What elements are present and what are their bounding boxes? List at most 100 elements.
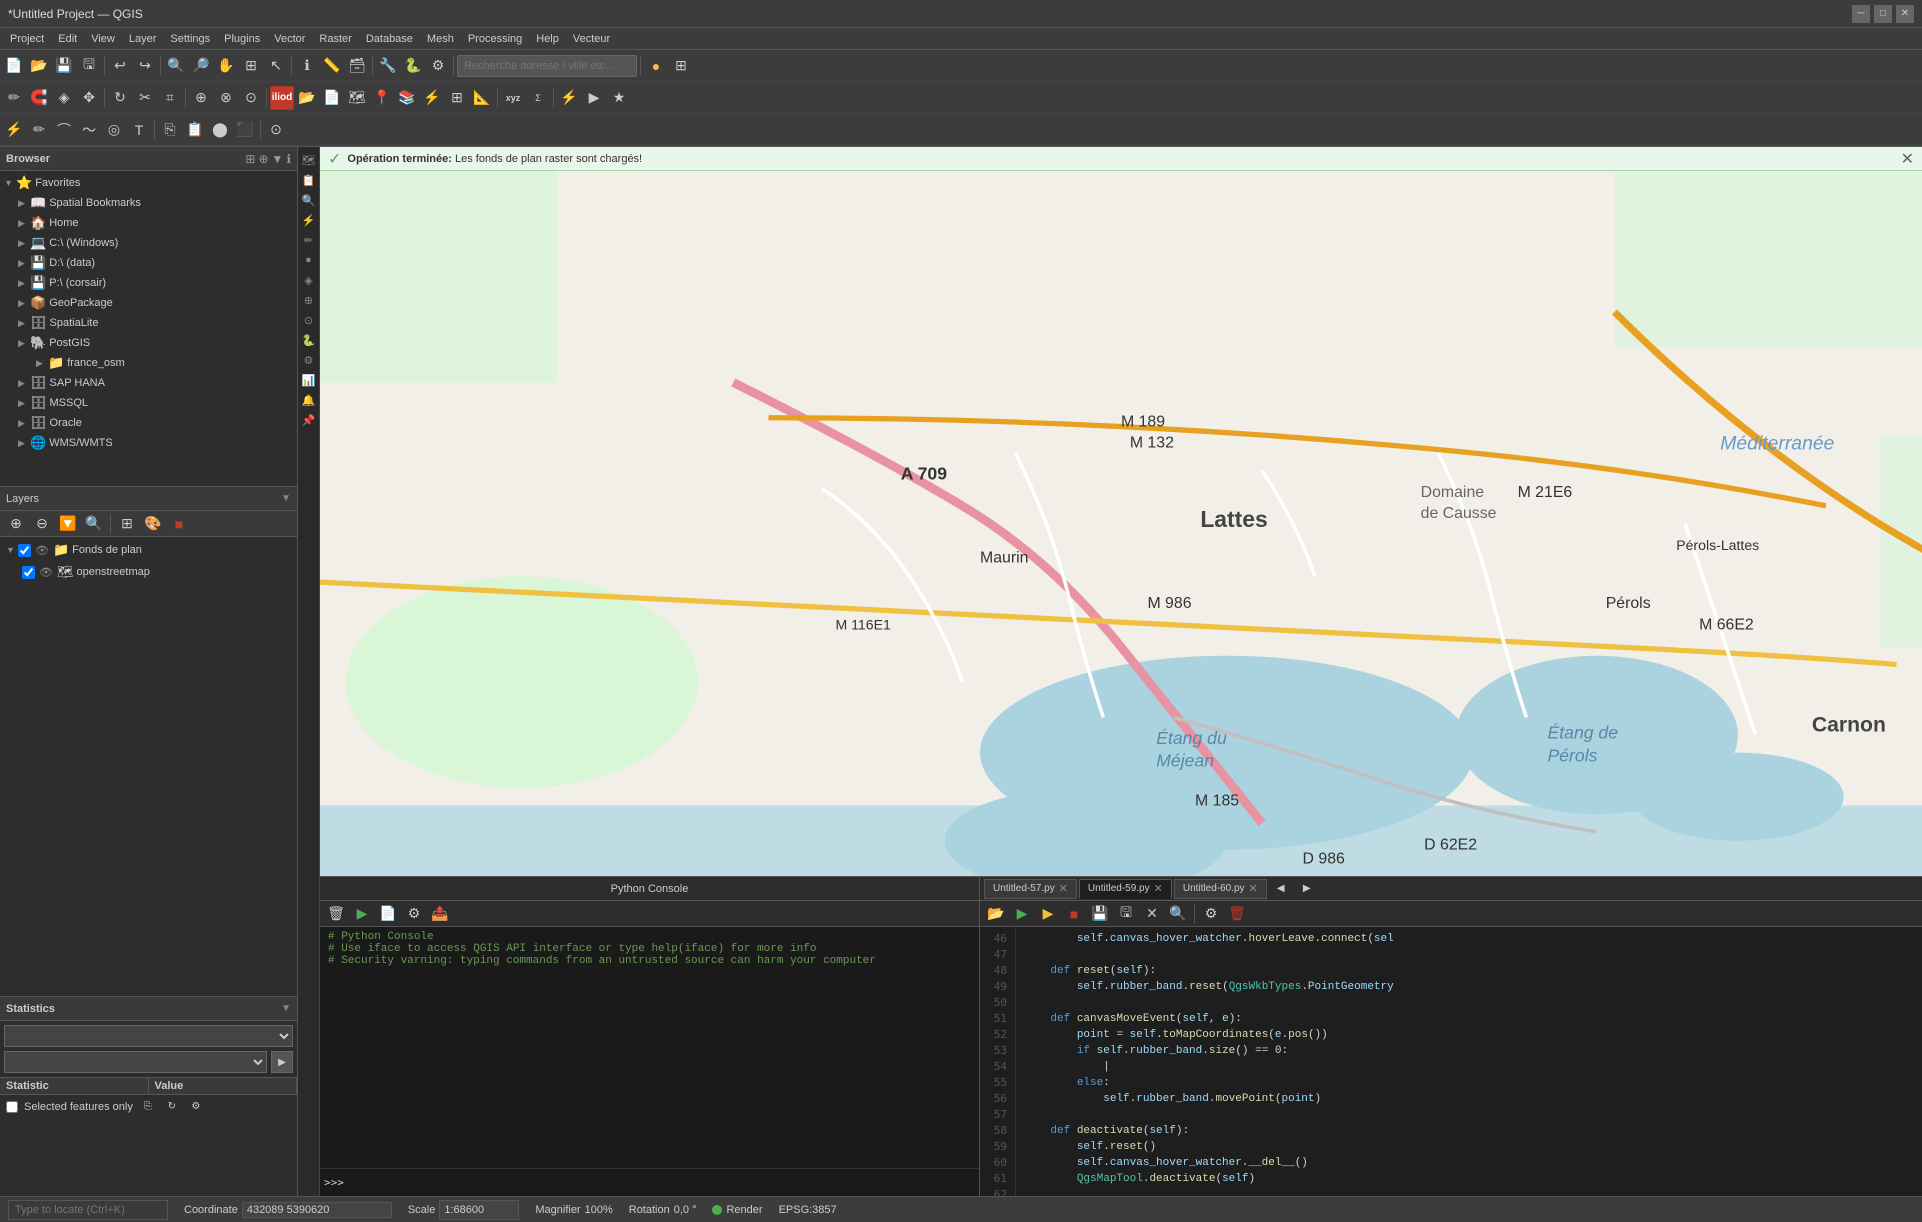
tree-mssql[interactable]: ▶ 🗄 MSSQL [0,393,297,413]
menu-database[interactable]: Database [360,31,419,47]
action-btn[interactable]: ⚡ [557,86,581,110]
text-btn[interactable]: T [127,118,151,142]
strip-icon-3[interactable]: 🔍 [300,191,318,209]
menu-project[interactable]: Project [4,31,50,47]
map-canvas-svg[interactable]: A 709 M 132 M 189 M 21E6 Pérols-Lattes D… [320,171,1922,876]
strip-icon-1[interactable]: 🗺 [300,151,318,169]
run-btn[interactable]: ▶ [582,86,606,110]
strip-icon-14[interactable]: 📌 [300,411,318,429]
open-btn2[interactable]: 📂 [295,86,319,110]
layer-group-eye[interactable]: 👁 [35,544,49,557]
digitize2-btn[interactable]: ✏ [27,118,51,142]
editor-run-btn[interactable]: ▶ [1010,902,1034,926]
select-button[interactable]: ↖ [264,54,288,78]
layers-remove-btn[interactable]: ⊖ [30,512,54,536]
tree-favorites[interactable]: ▼ ⭐ Favorites [0,173,297,193]
py-file-btn[interactable]: 📄 [376,902,400,926]
locate-input[interactable] [8,1200,168,1220]
menu-view[interactable]: View [85,31,121,47]
undo-button[interactable]: ↩ [108,54,132,78]
py-run-btn[interactable]: ▶ [350,902,374,926]
save-as-button[interactable]: 🖫 [77,54,101,78]
copy-feat-btn[interactable]: ⎘ [158,118,182,142]
layer-osm-checkbox[interactable] [22,566,35,579]
editor-run-selected-btn[interactable]: ▶ [1036,902,1060,926]
editor-tab-57[interactable]: Untitled-57.py ✕ [984,879,1077,899]
stats-expand-icon[interactable]: ▼ [281,1003,291,1014]
py-clear-btn[interactable]: 🗑 [324,902,348,926]
tab-nav-left[interactable]: ◀ [1269,877,1293,901]
merge-btn[interactable]: ⊙ [239,86,263,110]
editor-settings-btn[interactable]: ⚙ [1199,902,1223,926]
layers-btn[interactable]: 📚 [395,86,419,110]
strip-icon-8[interactable]: ⊕ [300,291,318,309]
snap-enable-btn[interactable]: ⚡ [2,118,26,142]
layers-expand-icon[interactable]: ▼ [281,493,291,504]
tree-home[interactable]: ▶ 🏠 Home [0,213,297,233]
tree-sap-hana[interactable]: ▶ 🗄 SAP HANA [0,373,297,393]
strip-icon-13[interactable]: 🔔 [300,391,318,409]
extra-btn2[interactable]: ★ [607,86,631,110]
editor-stop-btn[interactable]: ■ [1062,902,1086,926]
menu-raster[interactable]: Raster [313,31,357,47]
tree-france-osm[interactable]: ▶ 📁 france_osm [0,353,297,373]
tree-windows[interactable]: ▶ 💻 C:\ (Windows) [0,233,297,253]
py-close-btn[interactable]: 📤 [428,902,452,926]
coord-btn[interactable]: 📐 [470,86,494,110]
editor-tab-60[interactable]: Untitled-60.py ✕ [1174,879,1267,899]
open-project-button[interactable]: 📂 [27,54,51,78]
redo-button[interactable]: ↪ [133,54,157,78]
menu-layer[interactable]: Layer [123,31,163,47]
stats-copy-btn[interactable]: ⎘ [139,1098,157,1116]
tree-wms[interactable]: ▶ 🌐 WMS/WMTS [0,433,297,453]
editor-del-btn[interactable]: 🗑 [1225,902,1249,926]
python-button[interactable]: 🐍 [401,54,425,78]
zoom-out-button[interactable]: 🔎 [189,54,213,78]
menu-plugins[interactable]: Plugins [218,31,266,47]
strip-icon-9[interactable]: ⊙ [300,311,318,329]
tab-59-close[interactable]: ✕ [1154,882,1163,895]
strip-icon-4[interactable]: ⚡ [300,211,318,229]
browser-icon3[interactable]: ▼ [272,152,284,166]
map-btn[interactable]: 🗺 [345,86,369,110]
editor-find-btn[interactable]: 🔍 [1166,902,1190,926]
menu-vector[interactable]: Vector [268,31,311,47]
editor-close-btn[interactable]: ✕ [1140,902,1164,926]
extra-btn1[interactable]: ⊞ [669,54,693,78]
location-search[interactable] [457,55,637,77]
adv-btn[interactable]: ⊙ [264,118,288,142]
tree-geopackage[interactable]: ▶ 📦 GeoPackage [0,293,297,313]
rotate-btn[interactable]: ↻ [108,86,132,110]
tab-nav-right[interactable]: ▶ [1295,877,1319,901]
browser-icon2[interactable]: ⊕ [258,152,268,166]
zoom-in-button[interactable]: 🔍 [164,54,188,78]
code-text-area[interactable]: self.canvas_hover_watcher.hoverLeave.con… [1016,927,1922,1196]
layer-group-fonds[interactable]: ▼ 👁 📁 Fonds de plan [2,539,295,561]
minimize-button[interactable]: ─ [1852,5,1870,23]
layers-options-btn[interactable]: ■ [167,512,191,536]
stats-settings-btn[interactable]: ⚙ [187,1098,205,1116]
map-area[interactable]: ✓ Opération terminée: Les fonds de plan … [320,147,1922,876]
strip-icon-2[interactable]: 📋 [300,171,318,189]
scale-input[interactable] [439,1200,519,1220]
browser-icon4[interactable]: ℹ [286,152,291,166]
grid-btn[interactable]: ⊞ [445,86,469,110]
delete-btn[interactable]: ⊗ [214,86,238,110]
identify-button[interactable]: ℹ [295,54,319,78]
move-btn[interactable]: ✥ [77,86,101,110]
node-btn[interactable]: ◈ [52,86,76,110]
strip-icon-10[interactable]: 🐍 [300,331,318,349]
ring-btn[interactable]: ◎ [102,118,126,142]
editor-open-btn[interactable]: 📂 [984,902,1008,926]
layers-add-btn[interactable]: ⊕ [4,512,28,536]
layers-style-btn[interactable]: 🎨 [141,512,165,536]
maximize-button[interactable]: □ [1874,5,1892,23]
new-project-button[interactable]: 📄 [2,54,26,78]
py-input[interactable] [348,1176,975,1189]
tree-postgis[interactable]: ▶ 🐘 PostGIS [0,333,297,353]
tree-corsair[interactable]: ▶ 💾 P:\ (corsair) [0,273,297,293]
tree-oracle[interactable]: ▶ 🗄 Oracle [0,413,297,433]
close-button[interactable]: ✕ [1896,5,1914,23]
epsg-item[interactable]: EPSG:3857 [779,1204,837,1216]
fill-ring-btn[interactable]: ⬤ [208,118,232,142]
